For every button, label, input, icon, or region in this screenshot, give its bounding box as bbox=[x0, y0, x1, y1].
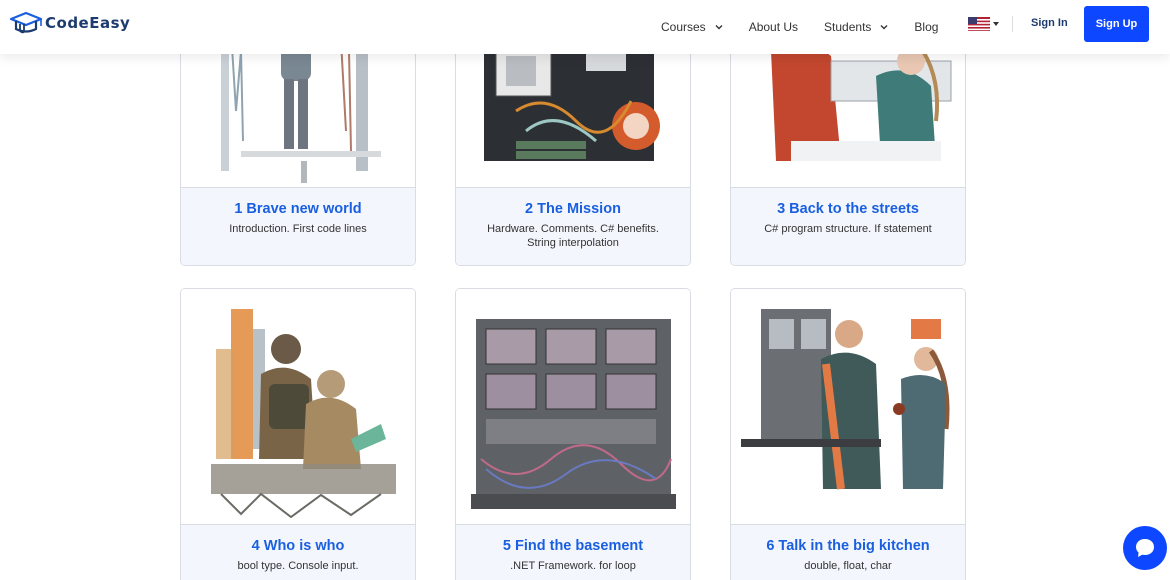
card-title: 2 The Mission bbox=[525, 201, 621, 217]
nav-divider bbox=[1012, 16, 1013, 32]
card-body: 5 Find the basement .NET Framework. for … bbox=[456, 524, 690, 580]
card-title: 5 Find the basement bbox=[502, 538, 644, 554]
nav-courses[interactable]: Courses bbox=[661, 20, 723, 34]
card-title: 6 Talk in the big kitchen bbox=[766, 538, 930, 554]
codeeasy-logo[interactable]: CodeEasy bbox=[9, 11, 130, 35]
us-flag-icon[interactable] bbox=[968, 17, 990, 31]
nav-about-us[interactable]: About Us bbox=[749, 20, 798, 34]
card-body: 6 Talk in the big kitchen double, float,… bbox=[731, 524, 965, 580]
chevron-down-icon bbox=[715, 25, 723, 30]
nav-students[interactable]: Students bbox=[824, 20, 888, 34]
card-body: 3 Back to the streets C# program structu… bbox=[731, 187, 965, 265]
nav-blog-label: Blog bbox=[914, 20, 939, 34]
card-description: bool type. Console input. bbox=[237, 560, 359, 572]
course-card-6[interactable]: 6 Talk in the big kitchen double, float,… bbox=[730, 288, 966, 580]
course-card-5[interactable]: 5 Find the basement .NET Framework. for … bbox=[455, 288, 691, 580]
card-title: 3 Back to the streets bbox=[777, 201, 919, 217]
card-body: 2 The Mission Hardware. Comments. C# ben… bbox=[456, 187, 690, 265]
card-illustration-server-room bbox=[456, 289, 690, 524]
nav-links: Courses About Us Students Blog bbox=[661, 0, 964, 54]
card-title: 4 Who is who bbox=[251, 538, 345, 554]
nav-about-label: About Us bbox=[748, 20, 799, 34]
language-caret-icon[interactable] bbox=[993, 22, 999, 26]
chat-button[interactable] bbox=[1123, 526, 1167, 570]
chevron-down-icon bbox=[880, 25, 888, 30]
nav-courses-label: Courses bbox=[661, 20, 706, 34]
page: CodeEasy Courses About Us Students Blog bbox=[0, 0, 1170, 580]
course-card-4[interactable]: 4 Who is who bool type. Console input. bbox=[180, 288, 416, 580]
chat-bubble-icon bbox=[1136, 539, 1154, 557]
nav-students-label: Students bbox=[824, 20, 872, 34]
card-title: 1 Brave new world bbox=[234, 201, 362, 217]
card-description: Introduction. First code lines bbox=[229, 223, 367, 235]
card-description: Hardware. Comments. C# benefits. String … bbox=[487, 223, 659, 249]
sign-in-link[interactable]: Sign In bbox=[1031, 17, 1068, 29]
sign-up-button[interactable]: Sign Up bbox=[1084, 6, 1149, 42]
graduation-cap-logo-icon bbox=[9, 11, 43, 34]
card-description: double, float, char bbox=[804, 560, 892, 572]
card-illustration-hackers bbox=[181, 289, 415, 524]
nav-blog[interactable]: Blog bbox=[914, 20, 938, 34]
card-description: C# program structure. If statement bbox=[764, 223, 932, 235]
card-description: .NET Framework. for loop bbox=[510, 560, 636, 572]
card-illustration-kitchen bbox=[731, 289, 965, 524]
card-body: 4 Who is who bool type. Console input. bbox=[181, 524, 415, 580]
card-body: 1 Brave new world Introduction. First co… bbox=[181, 187, 415, 265]
logo-text: CodeEasy bbox=[45, 14, 131, 32]
top-navbar: CodeEasy Courses About Us Students Blog bbox=[0, 0, 1170, 54]
